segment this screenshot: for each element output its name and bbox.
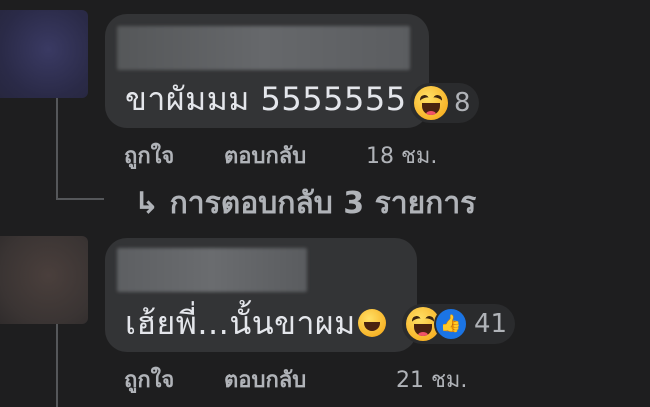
rofl-emoji-icon	[357, 309, 386, 337]
timestamp[interactable]: 18 ชม.	[366, 138, 437, 173]
like-link[interactable]: ถูกใจ	[124, 138, 174, 173]
thread-line	[56, 98, 58, 200]
view-replies-button[interactable]: ↳ การตอบกลับ 3 รายการ	[134, 180, 476, 227]
commenter-name-blurred[interactable]	[117, 248, 307, 292]
thread-line	[56, 324, 58, 407]
comment-text: เฮ้ยพี่...นั้นขาผม	[125, 298, 386, 349]
reply-link[interactable]: ตอบกลับ	[224, 138, 306, 173]
comment-bubble: ขาผัมมม 5555555	[105, 14, 429, 128]
reply-link[interactable]: ตอบกลับ	[224, 362, 306, 397]
reaction-summary[interactable]: 👍 41	[402, 304, 516, 344]
like-thumb-icon: 👍	[434, 307, 468, 341]
commenter-name-blurred[interactable]	[117, 26, 410, 70]
comment-text-body: เฮ้ยพี่...นั้นขาผม	[125, 304, 356, 342]
reply-arrow-icon: ↳	[134, 186, 160, 221]
reaction-count: 41	[474, 309, 508, 339]
reaction-summary[interactable]: 8	[410, 83, 479, 123]
comment-bubble: เฮ้ยพี่...นั้นขาผม	[105, 238, 417, 352]
like-link[interactable]: ถูกใจ	[124, 362, 174, 397]
reaction-count: 8	[454, 88, 471, 118]
view-replies-label: การตอบกลับ 3 รายการ	[169, 186, 477, 221]
thread-line-elbow	[56, 198, 104, 200]
avatar[interactable]	[0, 10, 88, 98]
avatar[interactable]	[0, 236, 88, 324]
comment-text: ขาผัมมม 5555555	[125, 80, 407, 118]
haha-emoji-icon	[414, 86, 448, 120]
timestamp[interactable]: 21 ชม.	[396, 362, 467, 397]
